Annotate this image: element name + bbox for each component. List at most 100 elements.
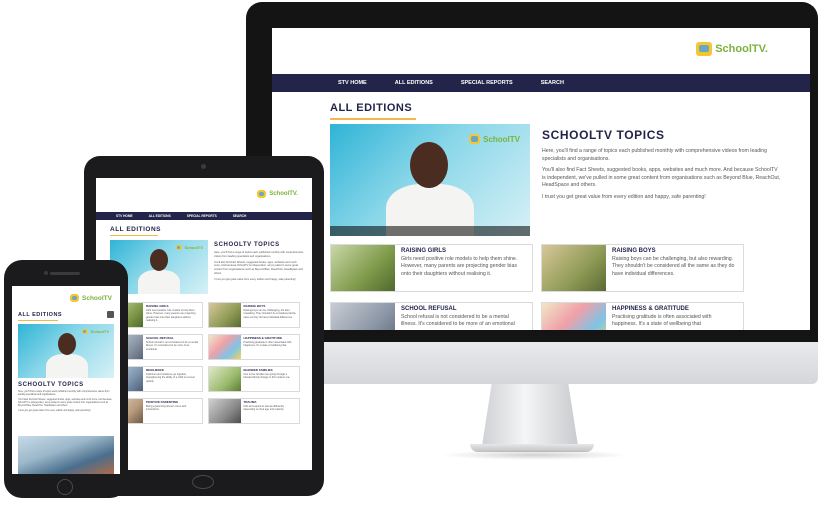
tv-icon (175, 245, 182, 250)
nav-item-search[interactable]: SEARCH (541, 80, 564, 86)
topic-thumbnail (542, 303, 606, 330)
topic-cards: RAISING GIRLS Girls need positive role mo… (330, 244, 744, 330)
video-logo-text: SchoolTV (483, 134, 520, 144)
imac-stand (482, 384, 578, 446)
ipad-home-button[interactable] (192, 475, 214, 489)
topic-cards: RAISING GIRLS Girls need positive role mo… (110, 302, 300, 424)
presenter-head (58, 333, 76, 355)
topics-intro: SCHOOLTV TOPICS Here, you'll find a rang… (214, 242, 304, 283)
topics-paragraph: I trust you get great value from every e… (542, 193, 706, 200)
site-header: SchoolTV. (96, 178, 312, 206)
main-nav: STV HOME ALL EDITIONS SPECIAL REPORTS SE… (272, 74, 810, 92)
iphone-speaker (50, 272, 80, 275)
iphone-home-button[interactable] (57, 479, 73, 495)
topic-card-raising-girls[interactable]: RAISING GIRLS Girls need positive role mo… (330, 244, 533, 292)
topics-paragraph: I trust you get great value from every e… (214, 277, 296, 281)
card-title: RAISING GIRLS (146, 304, 169, 308)
card-title: RESILIENCE (146, 368, 165, 372)
topic-card-raising-boys[interactable]: RAISING BOYS Raising boys can be challeng… (541, 244, 744, 292)
card-title: HAPPINESS & GRATITUDE (612, 306, 689, 312)
title-underline (330, 118, 416, 120)
card-description: School refusal is not considered to be a… (401, 314, 515, 328)
title-underline (18, 320, 58, 321)
card-title: POSITIVE PARENTING (146, 400, 179, 404)
iphone-frame: SchoolTV ALL EDITIONS SchoolTV SCHOOLTV … (4, 260, 128, 498)
topics-paragraph: I trust you get great value from every e… (18, 410, 91, 413)
schooltv-logo[interactable]: SchoolTV. (696, 42, 768, 56)
nav-item-stv-home[interactable]: STV HOME (338, 80, 367, 86)
video-player[interactable]: SchoolTV (330, 124, 530, 236)
iphone-screen: SchoolTV ALL EDITIONS SchoolTV SCHOOLTV … (12, 286, 120, 474)
topics-heading: SCHOOLTV TOPICS (214, 242, 280, 248)
nav-item-special-reports[interactable]: SPECIAL REPORTS (461, 80, 513, 86)
video-watermark-logo: SchoolTV (175, 245, 203, 250)
tv-icon (257, 190, 267, 198)
topic-thumbnail (331, 245, 395, 291)
schooltv-logo[interactable]: SchoolTV. (257, 190, 298, 198)
topic-card-blended-families[interactable]: BLENDED FAMILIES One in five families are… (207, 366, 300, 392)
card-title: HAPPINESS & GRATITUDE (243, 336, 282, 340)
card-title: RAISING BOYS (612, 248, 656, 254)
tv-icon (469, 134, 481, 144)
video-watermark-logo: SchoolTV (81, 329, 109, 334)
site-header: SchoolTV (12, 286, 120, 310)
card-title: TRAUMA (243, 400, 257, 404)
tv-icon (696, 42, 713, 56)
topics-paragraph: You'll also find Fact Sheets, suggested … (542, 167, 781, 189)
video-controls[interactable] (330, 226, 530, 236)
video-logo-text: SchoolTV (184, 245, 203, 250)
topics-paragraph: Here, you'll find a range of topics each… (214, 251, 304, 258)
imac-chin (246, 342, 818, 384)
presenter-body (138, 270, 180, 294)
card-description: Raising boys can be challenging, but als… (612, 256, 735, 277)
presenter-body (46, 354, 88, 378)
iphone-camera (44, 271, 48, 275)
card-description: One in five families are going through a… (243, 373, 290, 380)
nav-item-all-editions[interactable]: ALL EDITIONS (149, 214, 171, 218)
topic-card-school-refusal[interactable]: SCHOOL REFUSAL School refusal is not cons… (330, 302, 533, 330)
page-title: ALL EDITIONS (110, 226, 162, 233)
card-description: School refusal is not considered to be a… (146, 341, 198, 351)
topics-paragraph: You'll also find Fact Sheets, suggested … (18, 398, 112, 408)
topic-thumbnail (208, 303, 241, 327)
card-description: Girls need positive role models to help … (146, 309, 196, 323)
topics-heading: SCHOOLTV TOPICS (18, 382, 84, 388)
page-title: ALL EDITIONS (18, 312, 63, 318)
video-logo-text: SchoolTV (90, 329, 109, 334)
topic-thumbnail (208, 399, 241, 423)
card-title: SCHOOL REFUSAL (146, 336, 174, 340)
presenter-head (410, 142, 448, 188)
card-description: Practising gratitude is often associated… (243, 341, 292, 348)
topics-paragraph: You'll also find Fact Sheets, suggested … (214, 260, 303, 275)
nav-item-all-editions[interactable]: ALL EDITIONS (395, 80, 433, 86)
imac-screen: SchoolTV. STV HOME ALL EDITIONS SPECIAL … (272, 28, 810, 330)
topic-card-happiness-gratitude[interactable]: HAPPINESS & GRATITUDE Practising gratitud… (207, 334, 300, 360)
card-description: Practising gratitude is often associated… (612, 314, 712, 328)
card-description: Raising boys can be challenging, but als… (243, 309, 296, 319)
nav-item-special-reports[interactable]: SPECIAL REPORTS (187, 214, 217, 218)
video-watermark-logo: SchoolTV (469, 134, 520, 144)
topics-paragraph: Here, you'll find a range of topics each… (18, 391, 110, 397)
title-underline (110, 235, 158, 236)
card-title: RAISING BOYS (243, 304, 266, 308)
schooltv-logo[interactable]: SchoolTV (70, 294, 112, 302)
card-description: Being a parenting doesn't come with inst… (146, 405, 187, 412)
card-description: Kids all respond to trauma differently d… (243, 405, 285, 412)
video-player[interactable]: SchoolTV (18, 324, 114, 378)
imac-shadow (440, 450, 630, 460)
tv-icon (70, 294, 80, 302)
logo-text: SchoolTV. (269, 191, 298, 197)
topic-card-trauma[interactable]: TRAUMA Kids all respond to trauma differe… (207, 398, 300, 424)
main-nav: STV HOME ALL EDITIONS SPECIAL REPORTS SE… (96, 212, 312, 220)
device-mockup-stage: SchoolTV. STV HOME ALL EDITIONS SPECIAL … (0, 0, 818, 506)
imac-frame: SchoolTV. STV HOME ALL EDITIONS SPECIAL … (246, 2, 818, 342)
menu-icon[interactable] (107, 311, 114, 318)
presenter-head (150, 249, 168, 271)
ipad-screen: SchoolTV. STV HOME ALL EDITIONS SPECIAL … (96, 178, 312, 470)
topic-card-raising-boys[interactable]: RAISING BOYS Raising boys can be challeng… (207, 302, 300, 328)
topic-card-happiness-gratitude[interactable]: HAPPINESS & GRATITUDE Practising gratitud… (541, 302, 744, 330)
featured-topic-image[interactable] (18, 436, 114, 474)
topics-paragraph: Here, you'll find a range of topics each… (542, 148, 768, 162)
nav-item-search[interactable]: SEARCH (233, 214, 246, 218)
nav-item-stv-home[interactable]: STV HOME (116, 214, 133, 218)
